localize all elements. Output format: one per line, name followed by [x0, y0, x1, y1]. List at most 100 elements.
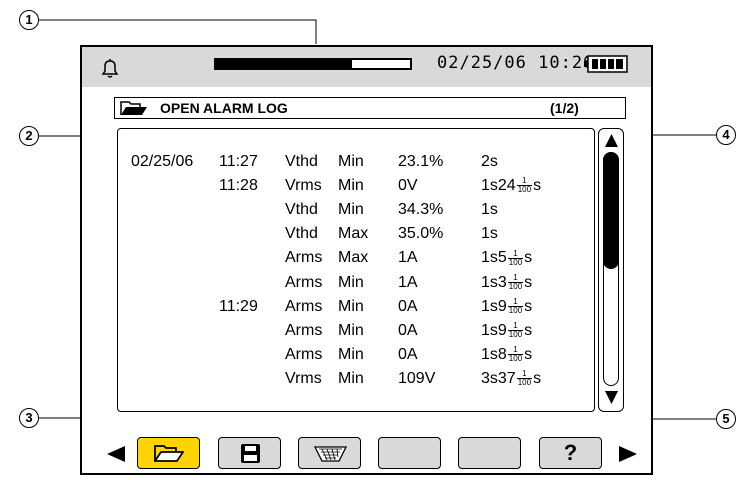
- fraction-denominator: 100: [508, 305, 523, 315]
- row-alarm-type: Min: [338, 153, 364, 171]
- eraser-icon: [314, 446, 347, 462]
- previous-arrow-icon[interactable]: [106, 445, 126, 463]
- row-alarm-type: Min: [338, 322, 364, 340]
- row-value: 1A: [398, 274, 418, 292]
- delete-key[interactable]: [298, 437, 361, 469]
- row-time-text: 11:29: [219, 297, 258, 315]
- fraction-hundredths: 1 100: [507, 321, 524, 339]
- unit-seconds: s: [524, 297, 533, 315]
- save-key[interactable]: [218, 437, 281, 469]
- scroll-down-arrow-icon[interactable]: [604, 390, 619, 405]
- row-duration: 2s: [481, 153, 498, 171]
- fraction-denominator: 100: [508, 354, 523, 364]
- row-value: 34.3%: [398, 201, 443, 219]
- row-time: 11:27: [219, 153, 258, 171]
- row-duration-text: 1s5: [481, 249, 507, 267]
- page-title: OPEN ALARM LOG: [160, 100, 288, 116]
- datetime-display: 02/25/06 10:26: [437, 53, 595, 73]
- fraction-denominator: 100: [517, 378, 532, 388]
- row-value-text: 109V: [398, 369, 436, 387]
- row-alarm-type: Min: [338, 177, 364, 195]
- row-parameter: Arms: [285, 274, 322, 292]
- row-alarm-type-text: Max: [338, 249, 369, 267]
- row-alarm-type: Max: [338, 225, 368, 243]
- unit-seconds: s: [524, 273, 533, 291]
- row-parameter: Arms: [285, 346, 322, 364]
- row-parameter: Arms: [285, 298, 322, 316]
- row-duration-text: 3s37: [481, 369, 516, 387]
- scroll-thumb[interactable]: [603, 152, 619, 269]
- callout-1: 1: [19, 10, 39, 30]
- open-folder-icon: [154, 445, 184, 462]
- scroll-up-arrow-icon[interactable]: [604, 133, 619, 148]
- row-value: 0A: [398, 322, 418, 340]
- fraction-denominator: 100: [508, 257, 523, 267]
- row-value-text: 0A: [398, 345, 418, 363]
- help-icon: ?: [563, 440, 578, 465]
- floppy-disk-icon: [241, 444, 260, 463]
- row-alarm-type-text: Min: [338, 201, 364, 219]
- row-duration: 3s37 1 100 s: [481, 370, 541, 388]
- log-row: Arms Min 0A 1s8 1 100 s: [118, 346, 588, 370]
- unit-seconds: s: [533, 177, 542, 195]
- row-alarm-type-text: Max: [338, 225, 369, 243]
- page-indicator: (1/2): [550, 100, 579, 116]
- row-duration-text: 1s24: [481, 177, 516, 195]
- row-value: 1A: [398, 249, 418, 267]
- row-time: 11:29: [219, 298, 258, 316]
- log-row: Arms Max 1A 1s5 1 100 s: [118, 249, 588, 273]
- row-duration: 1s24 1 100 s: [481, 177, 541, 195]
- open-folder-icon: [120, 101, 147, 115]
- row-duration-text: 1s9: [481, 321, 507, 339]
- row-alarm-type: Min: [338, 370, 364, 388]
- row-parameter-text: Vthd: [285, 153, 318, 170]
- progress-fill: [216, 60, 352, 68]
- next-arrow-icon[interactable]: [618, 445, 638, 463]
- row-parameter-text: Arms: [285, 297, 323, 315]
- row-parameter: Vthd: [285, 201, 318, 219]
- row-alarm-type: Min: [338, 201, 364, 219]
- row-parameter: Vrms: [285, 370, 322, 388]
- log-rows: 02/25/06 11:27 Vthd Min 23.1% 2s 11:28 Vrms Min 0…: [118, 129, 596, 413]
- fraction-hundredths: 1 100: [507, 297, 524, 315]
- blank-key-1[interactable]: [378, 437, 441, 469]
- row-parameter: Vrms: [285, 177, 322, 195]
- log-row: Arms Min 0A 1s9 1 100 s: [118, 321, 588, 346]
- row-parameter: Vthd: [285, 225, 318, 243]
- open-folder-key[interactable]: [137, 437, 200, 469]
- fraction-hundredths: 1 100: [507, 273, 524, 291]
- row-duration-text: 1s8: [481, 345, 507, 363]
- fraction-hundredths: 1 100: [516, 370, 533, 388]
- row-value-text: 34.3%: [398, 201, 444, 219]
- row-alarm-type: Min: [338, 274, 364, 292]
- fraction-hundredths: 1 100: [507, 249, 524, 267]
- row-parameter-text: Arms: [285, 249, 323, 267]
- log-row: Arms Min 1A 1s3 1 100 s: [118, 273, 588, 298]
- row-value-text: 0V: [398, 177, 418, 195]
- row-alarm-type-text: Min: [338, 369, 364, 387]
- row-value: 0V: [398, 177, 418, 195]
- row-parameter-text: Vthd: [285, 225, 318, 243]
- row-parameter-text: Arms: [285, 345, 323, 363]
- row-alarm-type: Min: [338, 346, 364, 364]
- row-parameter-text: Vthd: [285, 201, 318, 219]
- callout-4: 4: [716, 125, 736, 145]
- row-alarm-type-text: Min: [338, 345, 364, 363]
- blank-key-2[interactable]: [458, 437, 521, 469]
- row-value: 0A: [398, 346, 418, 364]
- row-parameter-text: Vrms: [285, 369, 322, 387]
- row-value: 35.0%: [398, 225, 443, 243]
- row-value-text: 0A: [398, 321, 418, 339]
- row-value: 23.1%: [398, 153, 443, 171]
- row-duration-text: 1s3: [481, 273, 507, 291]
- row-time-text: 11:28: [219, 177, 258, 195]
- log-row: Vrms Min 109V 3s37 1 100 s: [118, 370, 588, 394]
- row-date-text: 02/25/06: [131, 153, 194, 170]
- log-row: 02/25/06 11:27 Vthd Min 23.1% 2s: [118, 153, 588, 177]
- row-duration-text: 2s: [481, 153, 498, 170]
- log-row: 11:29 Arms Min 0A 1s9 1 100 s: [118, 297, 588, 322]
- callout-5: 5: [716, 409, 736, 429]
- help-key[interactable]: ?: [539, 437, 602, 469]
- row-duration: 1s: [481, 225, 498, 243]
- row-time: 11:28: [219, 177, 258, 195]
